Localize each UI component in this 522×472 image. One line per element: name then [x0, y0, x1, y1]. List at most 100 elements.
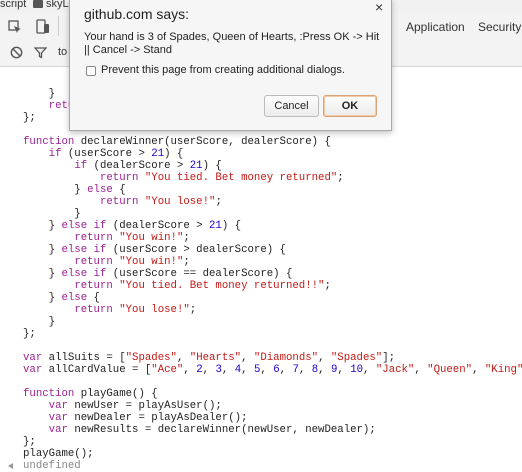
code-token: (dealerScore > — [106, 220, 210, 232]
code-token: , — [318, 364, 331, 376]
code-token: , — [202, 364, 216, 376]
code-token: 21 — [209, 220, 222, 232]
filter-partial-label[interactable]: to — [58, 46, 67, 58]
code-token: (dealerScore > — [87, 160, 190, 172]
code-line: }; — [23, 328, 36, 340]
code-token: "You lose!" — [144, 196, 216, 208]
code-token: , — [337, 364, 351, 376]
code-token: playGame(); — [23, 448, 94, 460]
code-token: ; — [337, 172, 344, 184]
code-token: return — [74, 280, 113, 292]
folder-icon — [33, 0, 43, 8]
clear-console-icon[interactable] — [10, 46, 23, 59]
prevent-dialogs-checkbox[interactable] — [86, 66, 96, 76]
close-icon[interactable]: × — [375, 0, 383, 15]
code-line: var newResults = declareWinner(newUser, … — [23, 424, 376, 436]
code-token: return — [99, 196, 139, 208]
code-token: } — [23, 88, 56, 100]
dialog-title: github.com says: — [84, 6, 190, 22]
filter-icon[interactable] — [34, 46, 47, 59]
tab-security[interactable]: Security — [478, 20, 521, 34]
code-token: var — [23, 352, 43, 364]
code-token: } — [23, 268, 62, 280]
code-token: ; — [189, 304, 197, 316]
code-line: } else { — [23, 292, 100, 304]
code-token: } — [23, 208, 81, 220]
code-token: if — [74, 160, 88, 172]
code-token: declareWinner(userScore, dealerScore) { — [74, 136, 331, 148]
code-token: } — [23, 220, 62, 232]
code-token: function — [23, 136, 75, 148]
code-token: , — [279, 364, 293, 376]
tab-application[interactable]: Application — [406, 20, 465, 34]
code-token: "Diamonds" — [253, 352, 319, 364]
code-token: } — [23, 316, 56, 328]
code-line: if (userScore > 21) { — [23, 148, 184, 160]
code-line: playGame(); — [23, 448, 94, 460]
cancel-button[interactable]: Cancel — [264, 95, 319, 117]
code-token: (userScore > dealerScore) { — [106, 244, 286, 256]
code-token: function — [23, 388, 75, 400]
code-token: "Jack" — [375, 364, 415, 376]
code-token: else — [87, 184, 113, 196]
code-token: , — [318, 352, 331, 364]
code-token: (userScore > — [61, 148, 152, 160]
code-line: } — [23, 208, 81, 220]
code-token: , — [176, 352, 190, 364]
code-token: { — [87, 292, 100, 304]
ok-button[interactable]: OK — [323, 95, 377, 117]
code-line: function declareWinner(userScore, dealer… — [23, 136, 331, 148]
code-token: allSuits = [ — [42, 352, 126, 364]
code-line: return "You lose!"; — [23, 304, 196, 316]
code-token: "Queen" — [427, 364, 473, 376]
code-token: "You win!" — [119, 256, 184, 268]
code-token: ) { — [164, 148, 184, 160]
device-toolbar-icon[interactable] — [36, 19, 50, 35]
code-token: var — [48, 424, 68, 436]
code-line: return "You lose!"; — [23, 196, 222, 208]
code-token: ; — [183, 256, 190, 268]
code-line: return "You win!"; — [23, 232, 189, 244]
code-token: "King" — [484, 364, 522, 376]
code-line: } else if (userScore == dealerScore) { — [23, 268, 293, 280]
code-token: "Hearts" — [189, 352, 242, 364]
code-token: , — [260, 364, 274, 376]
code-token: retu — [23, 100, 75, 112]
code-line: if (dealerScore > 21) { — [23, 160, 222, 172]
code-token: }; — [23, 328, 36, 340]
code-token: else if — [61, 244, 107, 256]
code-line: var allCardValue = ["Ace", 2, 3, 4, 5, 6… — [23, 364, 522, 376]
code-line: } else if (userScore > dealerScore) { — [23, 244, 286, 256]
code-token: (userScore == dealerScore) { — [106, 268, 293, 280]
code-token: var — [48, 412, 68, 424]
code-token: ]; — [382, 352, 396, 364]
code-token: ; — [324, 280, 331, 292]
code-token: "Ace" — [151, 364, 184, 376]
toolbar-divider — [58, 16, 59, 36]
code-token: { — [112, 184, 126, 196]
code-token: }; — [23, 112, 36, 124]
code-line: function playGame() { — [23, 388, 158, 400]
code-token: , — [183, 364, 197, 376]
code-line: var newDealer = playAsDealer(); — [23, 412, 248, 424]
code-token: else — [61, 292, 88, 304]
prevent-dialogs-label[interactable]: Prevent this page from creating addition… — [101, 64, 345, 76]
code-token: ; — [215, 196, 222, 208]
alert-dialog: github.com says: × Your hand is 3 of Spa… — [69, 0, 392, 131]
inspect-element-icon[interactable] — [8, 20, 22, 34]
code-line: retu — [23, 100, 75, 112]
code-token: return — [74, 232, 113, 244]
code-line: var allSuits = ["Spades", "Hearts", "Dia… — [23, 352, 395, 364]
code-token: newDealer = playAsDealer(); — [67, 412, 248, 424]
code-token: undefined — [23, 460, 81, 472]
code-token: else if — [61, 268, 107, 280]
code-token: }; — [23, 436, 36, 448]
code-token: 10 — [350, 364, 364, 376]
breadcrumb-script[interactable]: script — [0, 0, 26, 10]
code-token: , — [472, 364, 485, 376]
